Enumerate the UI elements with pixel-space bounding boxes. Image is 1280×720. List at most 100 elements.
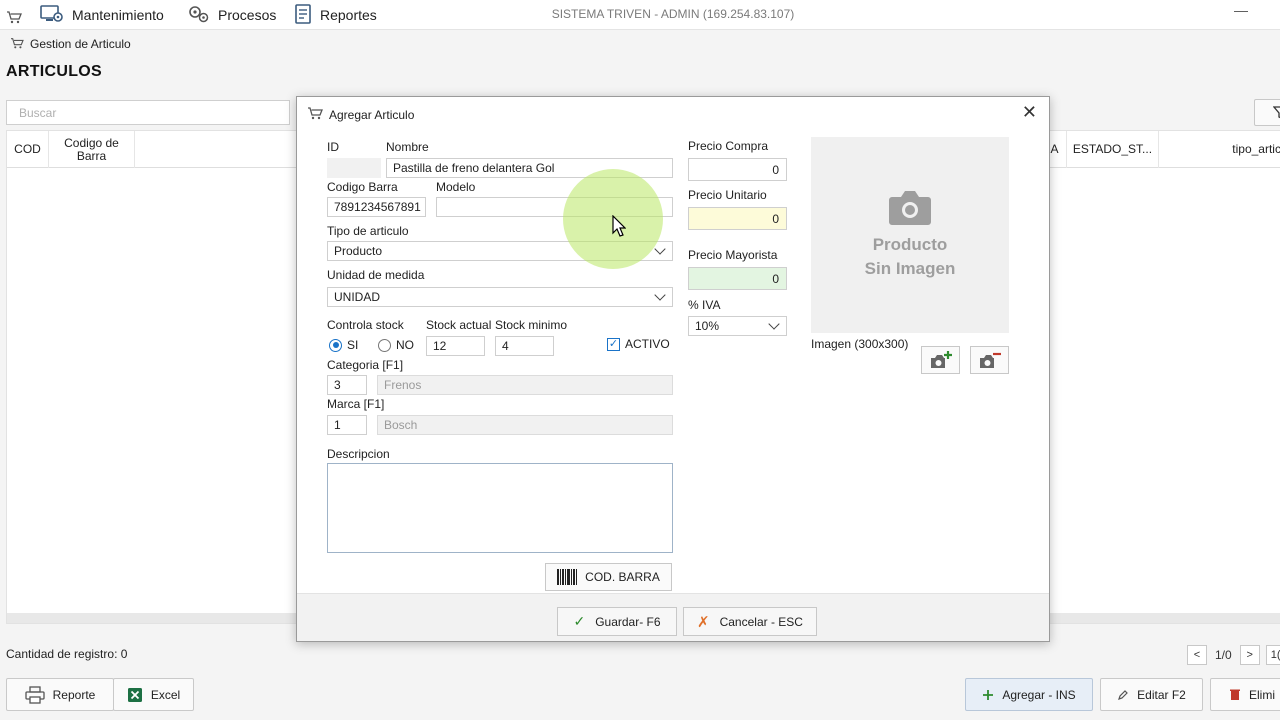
radio-si-label: SI <box>347 338 359 352</box>
column-header-codigo-barra[interactable]: Codigo de Barra <box>49 131 135 168</box>
checkmark-icon: ✓ <box>607 337 620 351</box>
codigo-barra-label: Codigo Barra <box>327 180 398 194</box>
pager: < 1/0 > 1( <box>1187 645 1280 665</box>
menu-bar: Mantenimiento Procesos Reportes SISTEMA … <box>0 0 1280 30</box>
plus-icon <box>983 689 994 700</box>
chevron-down-icon <box>654 289 666 301</box>
modelo-label: Modelo <box>436 180 476 194</box>
tipo-articulo-select[interactable]: Producto <box>327 241 673 261</box>
page-title: ARTICULOS <box>6 63 103 80</box>
excel-icon <box>127 687 142 702</box>
unidad-medida-value: UNIDAD <box>334 290 381 304</box>
controla-stock-label: Controla stock <box>327 318 404 332</box>
radio-unselected-icon <box>378 338 391 352</box>
prev-page-button[interactable]: < <box>1187 645 1207 665</box>
stock-actual-label: Stock actual <box>426 318 492 332</box>
image-placeholder-line1: Producto <box>872 235 948 254</box>
imagen-size-label: Imagen (300x300) <box>811 337 909 351</box>
controla-stock-si-radio[interactable]: SI <box>329 338 358 352</box>
add-article-button[interactable]: Agregar - INS <box>965 678 1093 711</box>
id-field <box>327 158 381 178</box>
filter-icon <box>1273 106 1280 119</box>
product-image-placeholder: Producto Sin Imagen <box>811 137 1009 333</box>
window-title: SISTEMA TRIVEN - ADMIN (169.254.83.107) <box>551 7 795 21</box>
edit-article-button[interactable]: Editar F2 <box>1100 678 1203 711</box>
add-image-button[interactable] <box>921 346 960 374</box>
image-placeholder-line2: Sin Imagen <box>864 259 956 278</box>
barcode-icon <box>557 569 578 585</box>
dialog-title-bar: Agregar Articulo <box>307 106 414 123</box>
excel-button[interactable]: Excel <box>113 678 194 711</box>
cancel-button[interactable]: ✗ Cancelar - ESC <box>683 607 817 636</box>
precio-mayorista-field[interactable]: 0 <box>688 267 787 290</box>
add-article-button-label: Agregar - INS <box>1002 687 1076 702</box>
dialog-title: Agregar Articulo <box>329 107 415 122</box>
camera-icon <box>889 191 931 225</box>
precio-compra-field[interactable]: 0 <box>688 158 787 181</box>
column-header-cod[interactable]: COD <box>7 131 49 168</box>
delete-article-button-label: Elimi <box>1249 687 1275 702</box>
categoria-id-field[interactable]: 3 <box>327 375 367 395</box>
controla-stock-no-radio[interactable]: NO <box>378 338 414 352</box>
column-header-tipo-articulo[interactable]: tipo_articulo <box>1159 131 1280 168</box>
iva-value: 10% <box>695 319 720 333</box>
cart-icon <box>307 106 323 123</box>
excel-button-label: Excel <box>150 687 181 702</box>
activo-checkbox[interactable]: ✓ ACTIVO <box>607 337 670 351</box>
nombre-field[interactable]: Pastilla de freno delantera Gol <box>386 158 673 178</box>
search-input[interactable] <box>6 100 290 125</box>
report-button[interactable]: Reporte <box>6 678 114 711</box>
activo-label: ACTIVO <box>625 337 670 351</box>
breadcrumb-label: Gestion de Articulo <box>30 37 131 51</box>
descripcion-label: Descripcion <box>327 447 390 461</box>
last-page-button[interactable]: 1( <box>1265 645 1280 665</box>
camera-remove-icon <box>979 352 1001 368</box>
cancel-button-label: Cancelar - ESC <box>719 614 803 629</box>
minimize-button[interactable]: — <box>1234 2 1248 18</box>
pencil-icon <box>1118 689 1129 700</box>
page-indicator: 1/0 <box>1215 648 1232 662</box>
marca-label: Marca [F1] <box>327 397 385 411</box>
stock-minimo-field[interactable]: 4 <box>495 336 554 356</box>
stock-actual-field[interactable]: 12 <box>426 336 485 356</box>
next-page-button[interactable]: > <box>1239 645 1260 665</box>
stock-minimo-label: Stock minimo <box>495 318 568 332</box>
mouse-cursor-icon <box>612 215 626 237</box>
precio-unitario-field[interactable]: 0 <box>688 207 787 230</box>
save-button[interactable]: ✓ Guardar- F6 <box>557 607 677 636</box>
id-label: ID <box>327 140 339 154</box>
column-header-estado-stock[interactable]: ESTADO_ST... <box>1067 131 1159 168</box>
trash-icon <box>1230 689 1240 700</box>
precio-compra-label: Precio Compra <box>688 139 769 153</box>
radio-selected-icon <box>329 338 342 352</box>
radio-no-label: NO <box>396 338 414 352</box>
printer-icon <box>24 685 45 704</box>
iva-label: % IVA <box>688 298 721 312</box>
breadcrumb: Gestion de Articulo <box>10 36 131 52</box>
cart-icon <box>10 37 24 52</box>
remove-image-button[interactable] <box>970 346 1009 374</box>
descripcion-textarea[interactable] <box>327 463 673 553</box>
filter-button[interactable] <box>1254 99 1280 126</box>
nombre-label: Nombre <box>386 140 429 154</box>
precio-mayorista-label: Precio Mayorista <box>688 248 778 262</box>
codigo-barra-button[interactable]: COD. BARRA <box>545 563 672 591</box>
codigo-barra-field[interactable]: 7891234567891 <box>327 197 426 217</box>
chevron-down-icon <box>768 318 780 330</box>
report-button-label: Reporte <box>52 687 96 702</box>
edit-article-button-label: Editar F2 <box>1137 687 1186 702</box>
categoria-label: Categoria [F1] <box>327 358 404 372</box>
marca-nombre-field: Bosch <box>377 415 673 435</box>
codigo-barra-button-label: COD. BARRA <box>585 570 660 584</box>
unidad-medida-select[interactable]: UNIDAD <box>327 287 673 307</box>
add-article-dialog: Agregar Articulo ✕ ID Nombre Pastilla de… <box>296 96 1050 642</box>
delete-article-button[interactable]: Elimi <box>1210 678 1280 711</box>
tipo-articulo-value: Producto <box>334 244 383 258</box>
close-icon[interactable]: ✕ <box>1022 102 1037 123</box>
cancel-x-icon: ✗ <box>697 613 710 631</box>
iva-select[interactable]: 10% <box>688 316 787 336</box>
marca-id-field[interactable]: 1 <box>327 415 367 435</box>
save-button-label: Guardar- F6 <box>595 614 661 629</box>
modelo-field[interactable] <box>436 197 673 217</box>
check-icon: ✓ <box>573 613 586 629</box>
